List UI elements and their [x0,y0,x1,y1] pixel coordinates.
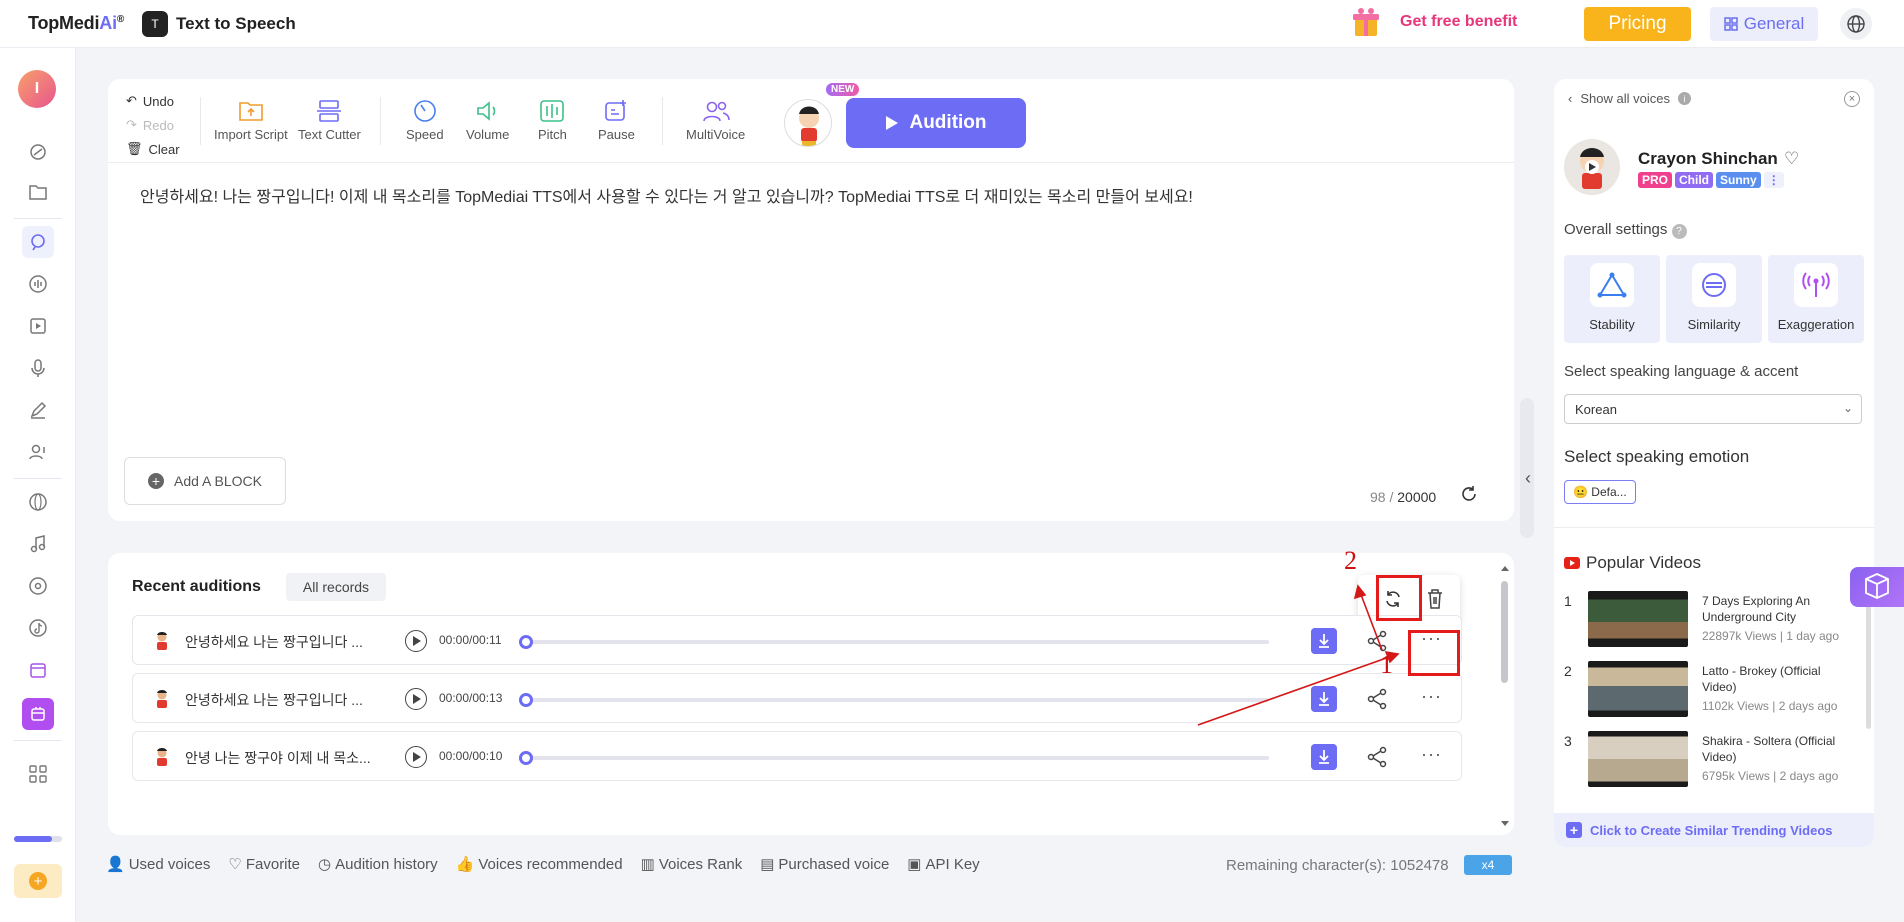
video-item[interactable]: 1 7 Days Exploring An Underground City 2… [1564,591,1854,647]
more-tags-icon[interactable]: ⋮ [1763,172,1784,188]
used-voices-link[interactable]: 👤 Used voices [106,855,210,874]
key-icon: ▣ [907,856,922,873]
footer-links: 👤 Used voices ♡ Favorite ◷ Audition history… [106,855,980,874]
clock-icon: ◷ [318,856,332,873]
favorite-heart-icon[interactable]: ♡ [1784,149,1799,169]
api-key-link[interactable]: ▣ API Key [907,855,979,874]
video-rank: 3 [1564,733,1572,749]
similarity-icon [1692,263,1736,307]
purchased-voice-link[interactable]: ▤ Purchased voice [760,855,889,874]
favorite-link[interactable]: ♡ Favorite [228,855,300,874]
overall-settings-label: Overall settings ? [1564,221,1687,239]
voices-recommended-link[interactable]: 👍 Voices recommended [455,855,623,874]
video-title[interactable]: Shakira - Soltera (Official Video) [1702,733,1847,765]
panel-divider [1554,527,1874,528]
voices-rank-link[interactable]: ▥ Voices Rank [640,855,743,874]
exaggeration-setting[interactable]: Exaggeration [1768,255,1864,343]
thumbs-up-icon: 👍 [455,856,475,873]
audition-history-link[interactable]: ◷ Audition history [318,855,438,874]
exaggeration-icon [1794,263,1838,307]
video-title[interactable]: 7 Days Exploring An Underground City [1702,593,1847,625]
chevron-left-icon: ‹ [1568,91,1573,106]
tag-child: Child [1675,172,1714,188]
voice-tags: PRO Child Sunny ⋮ [1638,172,1784,188]
video-item[interactable]: 3 Shakira - Soltera (Official Video) 679… [1564,731,1854,787]
floating-promo-icon[interactable] [1850,567,1904,607]
video-meta: 1102k Views | 2 days ago [1702,699,1838,713]
voice-avatar [1564,139,1620,195]
remaining-characters: Remaining character(s): 1052478 [1226,857,1449,874]
video-thumbnail[interactable] [1588,731,1688,787]
chevron-down-icon: ⌄ [1842,401,1853,415]
multiplier-badge[interactable]: x4 [1464,855,1512,875]
language-select[interactable]: Korean ⌄ [1564,394,1862,424]
video-thumbnail[interactable] [1588,661,1688,717]
video-item[interactable]: 2 Latto - Brokey (Official Video) 1102k … [1564,661,1854,717]
popular-videos-title: Popular Videos [1564,553,1701,573]
user-icon: 👤 [106,856,125,873]
videos-scrollbar[interactable] [1866,599,1871,729]
similarity-setting[interactable]: Similarity [1666,255,1762,343]
help-icon[interactable]: ? [1671,224,1687,239]
voice-name: Crayon Shinchan [1638,149,1778,168]
emotion-label: Select speaking emotion [1564,447,1750,466]
voice-settings-panel: ‹ Show all voices i × Crayon Shinchan ♡ … [1554,79,1874,847]
tag-pro: PRO [1638,172,1673,188]
video-meta: 22897k Views | 1 day ago [1702,629,1839,643]
video-title[interactable]: Latto - Brokey (Official Video) [1702,663,1847,695]
info-icon: i [1677,92,1691,105]
video-rank: 1 [1564,593,1572,609]
tag-sunny: Sunny [1716,172,1761,188]
video-rank: 2 [1564,663,1572,679]
language-label: Select speaking language & accent [1564,363,1799,380]
store-icon: ▤ [760,856,775,873]
close-icon[interactable]: × [1844,91,1860,107]
create-similar-videos-button[interactable]: + Click to Create Similar Trending Video… [1554,813,1874,847]
emotion-chip[interactable]: 😐 Defa... [1564,480,1636,504]
stability-setting[interactable]: Stability [1564,255,1660,343]
stability-icon [1590,263,1634,307]
video-meta: 6795k Views | 2 days ago [1702,769,1839,783]
rank-icon: ▥ [640,856,655,873]
heart-icon: ♡ [228,856,242,873]
plus-icon: + [1566,822,1582,838]
smile-emoji-icon: 😐 [1573,485,1589,499]
video-thumbnail[interactable] [1588,591,1688,647]
youtube-icon [1564,557,1580,569]
show-all-voices-link[interactable]: ‹ Show all voices i [1568,91,1691,106]
